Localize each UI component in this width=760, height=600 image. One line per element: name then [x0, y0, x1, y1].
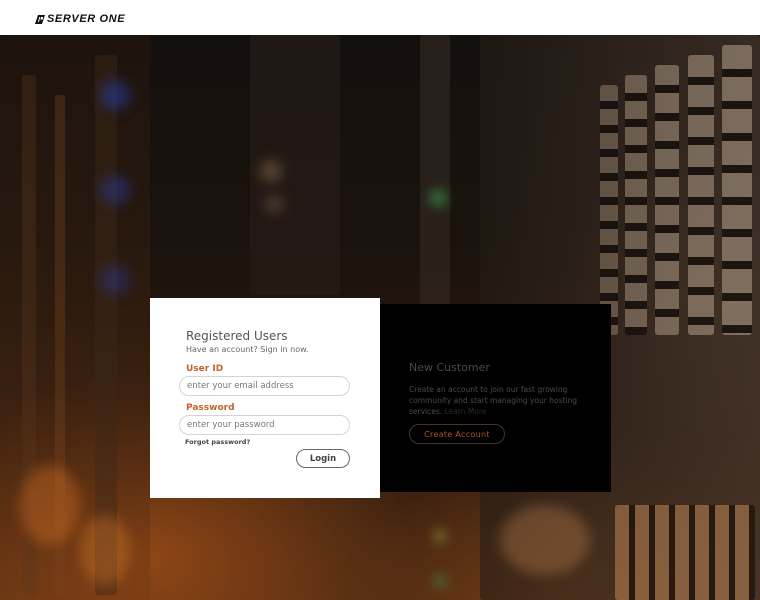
- background-light: [20, 465, 80, 545]
- background-light: [434, 530, 446, 542]
- new-customer-description: Create an account to join our fast growi…: [409, 384, 594, 417]
- registered-users-panel: Registered Users Have an account? Sign i…: [150, 298, 380, 498]
- forgot-password-link[interactable]: Forgot password?: [185, 438, 250, 446]
- logo-mark-icon: [35, 14, 45, 24]
- background-light: [100, 175, 130, 205]
- create-account-button[interactable]: Create Account: [409, 424, 505, 444]
- background-rack-slots: [615, 505, 755, 600]
- background-light: [80, 515, 130, 585]
- password-input[interactable]: [179, 415, 350, 435]
- login-title: Registered Users: [186, 329, 288, 343]
- user-id-label: User ID: [186, 364, 224, 374]
- background-rack-slots: [722, 45, 752, 335]
- background-rack-strip: [95, 55, 117, 595]
- password-label: Password: [186, 403, 235, 413]
- background-rack-slots: [688, 55, 714, 335]
- background-light: [260, 160, 282, 182]
- background-rack-slots: [655, 65, 679, 335]
- background-light: [500, 505, 590, 575]
- top-header: SERVER ONE: [0, 0, 760, 35]
- login-subtitle: Have an account? Sign in now.: [186, 345, 309, 354]
- background-rack-center: [420, 35, 450, 305]
- background-rack-slots: [600, 85, 618, 335]
- new-customer-title: New Customer: [409, 361, 490, 374]
- logo-text: SERVER ONE: [47, 13, 126, 25]
- background-light: [100, 265, 130, 295]
- background-light: [430, 190, 446, 206]
- brand-logo[interactable]: SERVER ONE: [33, 12, 125, 26]
- new-customer-description-text: Create an account to join our fast growi…: [409, 385, 578, 416]
- user-id-input[interactable]: [179, 376, 350, 396]
- learn-more-link[interactable]: Learn More: [445, 407, 487, 416]
- login-button[interactable]: Login: [296, 449, 350, 468]
- background-rack-slots: [625, 75, 647, 335]
- new-customer-panel: New Customer Create an account to join o…: [380, 304, 611, 492]
- background-light: [265, 195, 283, 213]
- background-light: [100, 80, 130, 110]
- background-light: [434, 575, 446, 587]
